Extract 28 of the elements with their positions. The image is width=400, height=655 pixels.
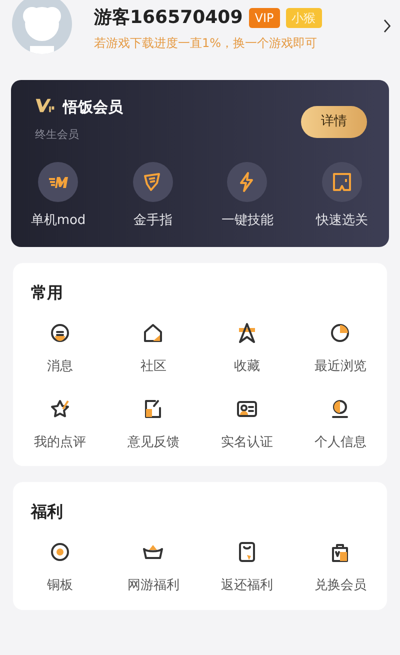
- menu-item[interactable]: 最近浏览: [314, 357, 366, 376]
- feature-label[interactable]: 单机mod: [30, 211, 86, 230]
- download-hint: 若游戏下载进度一直1%，换一个游戏即可: [94, 35, 318, 52]
- feature-label[interactable]: 快速选关: [316, 211, 368, 230]
- menu-item[interactable]: 意见反馈: [127, 432, 180, 452]
- menu-item[interactable]: 实名认证: [220, 432, 273, 452]
- menu-item[interactable]: 我的点评: [34, 432, 86, 452]
- section-title: 福利: [31, 501, 64, 523]
- menu-item[interactable]: 消息: [46, 357, 73, 376]
- membership-label: 终生会员: [35, 127, 79, 143]
- menu-item[interactable]: 兑换会员: [314, 576, 366, 596]
- details-button[interactable]: 详情: [301, 106, 367, 138]
- badge: VIP: [248, 8, 280, 28]
- section-title: 常用: [31, 282, 64, 304]
- menu-item[interactable]: 返还福利: [220, 576, 273, 596]
- menu-item[interactable]: 收藏: [234, 357, 260, 376]
- chevron-right-icon[interactable]: [383, 18, 392, 34]
- feature-label[interactable]: 金手指: [133, 211, 172, 230]
- menu-item[interactable]: 社区: [140, 357, 166, 376]
- user-name: 游客166570409: [94, 6, 243, 30]
- menu-item[interactable]: 个人信息: [314, 432, 366, 452]
- avatar: [12, 0, 72, 54]
- vip-logo-icon: [35, 97, 55, 114]
- vip-title: 悟饭会员: [63, 97, 123, 118]
- menu-item[interactable]: 网游福利: [127, 576, 180, 596]
- badge: 小猴: [286, 8, 322, 28]
- feature-label[interactable]: 一键技能: [221, 211, 274, 230]
- menu-item[interactable]: 铜板: [46, 576, 73, 596]
